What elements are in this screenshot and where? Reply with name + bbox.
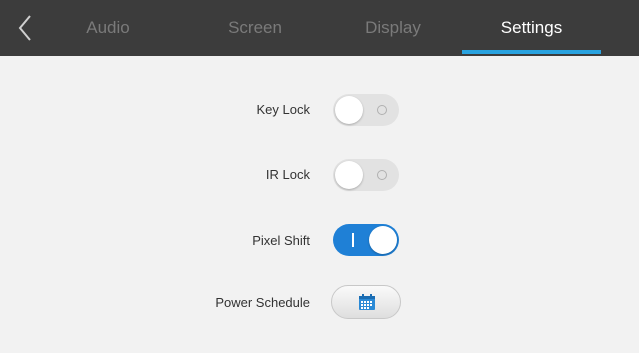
back-button[interactable]	[10, 10, 42, 46]
key-lock-label: Key Lock	[256, 102, 310, 117]
active-tab-indicator	[462, 50, 601, 54]
toggle-on-indicator-icon	[352, 233, 354, 247]
pixel-shift-label: Pixel Shift	[252, 233, 310, 248]
toggle-knob	[335, 96, 363, 124]
tab-settings-label: Settings	[500, 18, 563, 37]
top-nav-bar: Audio Screen Display Settings	[0, 0, 639, 56]
tab-display[interactable]: Display	[338, 0, 448, 56]
tab-display-label: Display	[365, 18, 421, 37]
tab-screen[interactable]: Screen	[200, 0, 310, 56]
key-lock-toggle[interactable]	[333, 94, 399, 126]
toggle-knob	[335, 161, 363, 189]
tab-audio[interactable]: Audio	[58, 0, 158, 56]
toggle-off-indicator-icon	[377, 170, 387, 180]
chevron-left-icon	[18, 15, 31, 41]
toggle-off-indicator-icon	[377, 105, 387, 115]
pixel-shift-toggle[interactable]	[333, 224, 399, 256]
tab-settings[interactable]: Settings	[462, 0, 601, 56]
ir-lock-label: IR Lock	[265, 167, 310, 182]
tab-screen-label: Screen	[228, 18, 282, 37]
settings-panel	[6, 56, 632, 353]
tab-audio-label: Audio	[86, 18, 130, 37]
power-schedule-label: Power Schedule	[215, 295, 310, 310]
power-schedule-button[interactable]	[331, 285, 401, 319]
toggle-knob	[369, 226, 397, 254]
ir-lock-toggle[interactable]	[333, 159, 399, 191]
calendar-icon	[359, 294, 375, 310]
